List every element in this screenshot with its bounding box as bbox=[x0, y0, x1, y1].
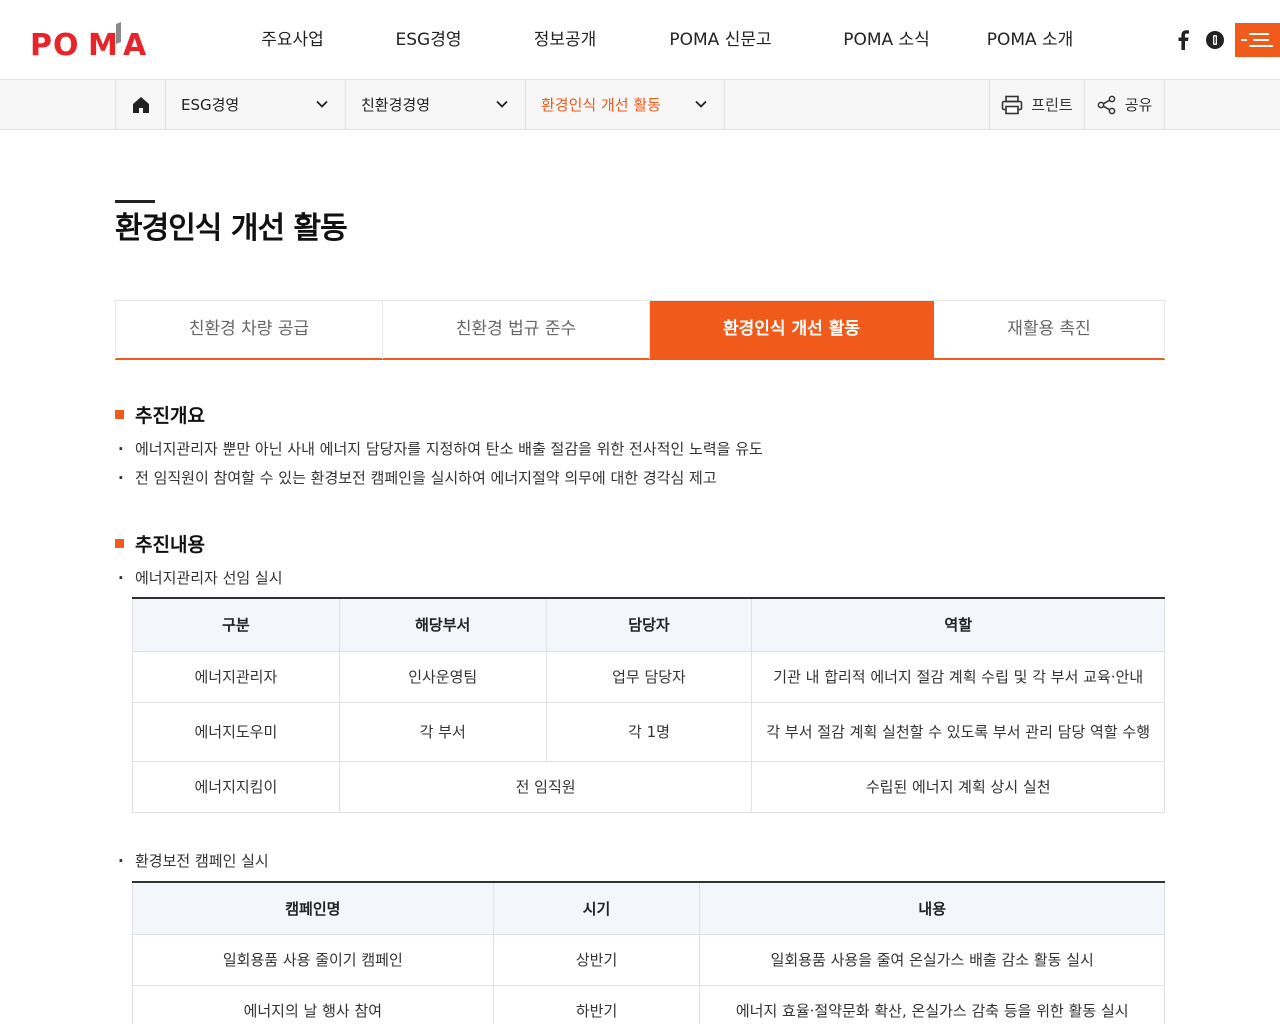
table-header-cell: 해당부서 bbox=[338, 598, 547, 652]
content-subheading-2: 환경보전 캠페인 실시 bbox=[115, 850, 269, 871]
blog-icon[interactable] bbox=[1204, 26, 1226, 54]
location-depth3[interactable]: 환경인식 개선 활동 bbox=[525, 80, 725, 129]
table-cell: 업무 담당자 bbox=[545, 650, 753, 703]
print-label: 프린트 bbox=[1031, 96, 1073, 114]
location-depth1-label: ESG경영 bbox=[181, 96, 240, 114]
table-cell: 각 부서 절감 계획 실천할 수 있도록 부서 관리 담당 역할 수행 bbox=[751, 701, 1165, 762]
section-content-heading: 추진내용 bbox=[115, 530, 205, 557]
table-row: 에너지도우미 각 부서 각 1명 각 부서 절감 계획 실천할 수 있도록 부서… bbox=[132, 701, 1165, 762]
gnb-esg[interactable]: ESG경영 bbox=[360, 0, 497, 80]
table-cell: 인사운영팀 bbox=[338, 650, 547, 703]
table-cell: 전 임직원 bbox=[338, 760, 753, 813]
table-cell: 에너지지킴이 bbox=[132, 760, 340, 813]
table-cell: 에너지도우미 bbox=[132, 701, 340, 762]
gnb-sinmungo[interactable]: POMA 신문고 bbox=[633, 0, 808, 80]
table-cell: 기관 내 합리적 에너지 절감 계획 수립 및 각 부서 교육·안내 bbox=[751, 650, 1165, 703]
table-cell: 에너지의 날 행사 참여 bbox=[132, 984, 494, 1024]
table-header-cell: 시기 bbox=[492, 882, 701, 935]
print-button[interactable]: 프린트 bbox=[989, 80, 1084, 129]
global-nav: 주요사업 ESG경영 정보공개 POMA 신문고 POMA 소식 POMA 소개 bbox=[225, 0, 1095, 80]
overview-item: 에너지관리자 뿐만 아닌 사내 에너지 담당자를 지정하여 탄소 배출 절감을 … bbox=[115, 438, 763, 459]
tab-eco-vehicle[interactable]: 친환경 차량 공급 bbox=[115, 301, 383, 359]
table-cell: 일회용품 사용을 줄여 온실가스 배출 감소 활동 실시 bbox=[699, 933, 1165, 986]
table-header-cell: 역할 bbox=[751, 598, 1165, 652]
square-bullet-icon bbox=[115, 539, 124, 548]
content-tabs: 친환경 차량 공급 친환경 법규 준수 환경인식 개선 활동 재활용 촉진 bbox=[115, 300, 1165, 360]
location-depth1[interactable]: ESG경영 bbox=[165, 80, 345, 129]
home-icon bbox=[132, 96, 149, 113]
gnb-news[interactable]: POMA 소식 bbox=[808, 0, 965, 80]
section-overview-heading: 추진개요 bbox=[115, 401, 205, 428]
poma-logo[interactable]: PO M A bbox=[30, 20, 152, 63]
share-icon bbox=[1097, 95, 1116, 114]
section-overview-title: 추진개요 bbox=[135, 405, 205, 427]
table-row: 일회용품 사용 줄이기 캠페인 상반기 일회용품 사용을 줄여 온실가스 배출 … bbox=[132, 933, 1165, 986]
table-row: 에너지지킴이 전 임직원 수립된 에너지 계획 상시 실천 bbox=[132, 760, 1165, 813]
table-header-cell: 캠페인명 bbox=[132, 882, 494, 935]
printer-icon bbox=[1001, 95, 1023, 114]
table-header-cell: 구분 bbox=[132, 598, 340, 652]
table-header-row: 구분 해당부서 담당자 역할 bbox=[132, 598, 1165, 652]
page-title: 환경인식 개선 활동 bbox=[115, 211, 348, 246]
square-bullet-icon bbox=[115, 410, 124, 419]
tab-eco-law[interactable]: 친환경 법규 준수 bbox=[383, 301, 650, 359]
gnb-about[interactable]: POMA 소개 bbox=[965, 0, 1095, 80]
tab-awareness[interactable]: 환경인식 개선 활동 bbox=[650, 301, 934, 359]
chevron-down-icon bbox=[496, 100, 508, 108]
facebook-icon[interactable] bbox=[1172, 26, 1194, 54]
sns-links bbox=[1172, 26, 1226, 54]
site-header: PO M A 주요사업 ESG경영 정보공개 POMA 신문고 POMA 소식 … bbox=[0, 0, 1280, 80]
share-label: 공유 bbox=[1124, 96, 1153, 114]
table-header-cell: 담당자 bbox=[545, 598, 753, 652]
table-cell: 수립된 에너지 계획 상시 실천 bbox=[751, 760, 1165, 813]
location-bar: ESG경영 친환경경영 환경인식 개선 활동 프린트 공유 bbox=[0, 80, 1280, 130]
svg-text:M: M bbox=[88, 28, 118, 60]
table-header-row: 캠페인명 시기 내용 bbox=[132, 882, 1165, 935]
chevron-down-icon bbox=[316, 100, 328, 108]
energy-manager-table: 구분 해당부서 담당자 역할 에너지관리자 인사운영팀 업무 담당자 기관 내 … bbox=[132, 597, 1165, 813]
table-cell: 에너지관리자 bbox=[132, 650, 340, 703]
table-cell: 각 1명 bbox=[545, 701, 753, 762]
tab-recycling[interactable]: 재활용 촉진 bbox=[934, 301, 1165, 359]
table-cell: 각 부서 bbox=[338, 701, 547, 762]
all-menu-button[interactable] bbox=[1235, 23, 1280, 57]
table-cell: 하반기 bbox=[492, 984, 701, 1024]
content-subheading-1: 에너지관리자 선임 실시 bbox=[115, 567, 283, 588]
table-cell: 에너지 효율·절약문화 확산, 온실가스 감축 등을 위한 활동 실시 bbox=[699, 984, 1165, 1024]
table-header-cell: 내용 bbox=[699, 882, 1165, 935]
overview-item: 전 임직원이 참여할 수 있는 환경보전 캠페인을 실시하여 에너지절약 의무에… bbox=[115, 467, 717, 488]
share-button[interactable]: 공유 bbox=[1084, 80, 1165, 129]
chevron-down-icon bbox=[695, 100, 707, 108]
location-depth2[interactable]: 친환경경영 bbox=[345, 80, 525, 129]
location-depth3-label: 환경인식 개선 활동 bbox=[541, 96, 661, 114]
location-depth2-label: 친환경경영 bbox=[361, 96, 431, 114]
home-button[interactable] bbox=[115, 80, 165, 129]
svg-text:A: A bbox=[123, 28, 147, 60]
table-cell: 일회용품 사용 줄이기 캠페인 bbox=[132, 933, 494, 986]
gnb-disclosure[interactable]: 정보공개 bbox=[497, 0, 633, 80]
svg-text:PO: PO bbox=[30, 28, 80, 60]
table-row: 에너지관리자 인사운영팀 업무 담당자 기관 내 합리적 에너지 절감 계획 수… bbox=[132, 650, 1165, 703]
campaign-table: 캠페인명 시기 내용 일회용품 사용 줄이기 캠페인 상반기 일회용품 사용을 … bbox=[132, 881, 1165, 1024]
gnb-business[interactable]: 주요사업 bbox=[225, 0, 360, 80]
table-row: 에너지의 날 행사 참여 하반기 에너지 효율·절약문화 확산, 온실가스 감축… bbox=[132, 984, 1165, 1024]
table-cell: 상반기 bbox=[492, 933, 701, 986]
section-content-title: 추진내용 bbox=[135, 534, 205, 556]
